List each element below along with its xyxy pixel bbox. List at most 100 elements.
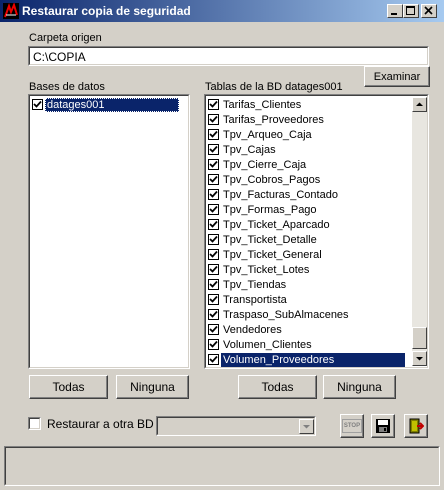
table-checkbox[interactable] <box>208 129 219 140</box>
list-item[interactable]: Tarifas_Clientes <box>208 97 303 112</box>
table-name: Transportista <box>223 293 287 306</box>
list-item[interactable]: Tpv_Tiendas <box>208 277 288 292</box>
checkmark-icon <box>209 205 218 213</box>
table-name: Tpv_Ticket_Detalle <box>223 233 317 246</box>
table-checkbox[interactable] <box>208 144 219 155</box>
checkmark-icon <box>209 280 218 288</box>
checkmark-icon <box>209 100 218 108</box>
checkmark-icon <box>33 100 42 108</box>
table-name: Tpv_Ticket_General <box>223 248 322 261</box>
restore-other-checkbox[interactable] <box>28 417 41 430</box>
table-name: Tpv_Facturas_Contado <box>223 188 338 201</box>
list-item[interactable]: Tpv_Ticket_General <box>208 247 324 262</box>
stop-button[interactable]: STOP <box>340 414 364 438</box>
table-checkbox[interactable] <box>208 294 219 305</box>
scroll-down-button[interactable] <box>412 351 427 366</box>
save-button[interactable] <box>371 414 395 438</box>
table-name: Volumen_Clientes <box>223 338 312 351</box>
checkmark-icon <box>209 115 218 123</box>
close-button[interactable] <box>421 4 437 18</box>
table-checkbox[interactable] <box>208 324 219 335</box>
exit-door-icon <box>409 418 424 434</box>
table-name: Tpv_Cobros_Pagos <box>223 173 321 186</box>
tables-list[interactable]: Tarifas_Clientes Tarifas_Proveedores Tpv_A… <box>204 94 429 369</box>
list-item[interactable]: Tpv_Ticket_Lotes <box>208 262 311 277</box>
table-name: Tarifas_Clientes <box>223 98 302 111</box>
list-item[interactable]: datages001 <box>32 97 179 112</box>
table-name: Tpv_Cajas <box>223 143 276 156</box>
list-item[interactable]: Tpv_Cierre_Caja <box>208 157 308 172</box>
table-name: Tpv_Cierre_Caja <box>223 158 307 171</box>
origin-folder-value: C:\COPIA <box>33 50 86 64</box>
exit-button[interactable] <box>404 414 428 438</box>
databases-list[interactable]: datages001 <box>28 94 190 369</box>
minimize-icon <box>391 13 397 15</box>
table-checkbox[interactable] <box>208 249 219 260</box>
target-database-combo[interactable] <box>156 416 316 436</box>
table-checkbox[interactable] <box>208 189 219 200</box>
checkmark-icon <box>209 220 218 228</box>
browse-button[interactable]: Examinar <box>364 66 430 87</box>
scroll-thumb[interactable] <box>412 327 427 349</box>
combo-dropdown-button[interactable] <box>299 419 314 434</box>
table-checkbox[interactable] <box>208 114 219 125</box>
list-item[interactable]: Tpv_Cobros_Pagos <box>208 172 322 187</box>
table-checkbox[interactable] <box>208 219 219 230</box>
list-item[interactable]: Tpv_Formas_Pago <box>208 202 319 217</box>
title-bar[interactable]: Restaurar copia de seguridad <box>0 0 444 22</box>
checkmark-icon <box>209 340 218 348</box>
list-item[interactable]: Tpv_Cajas <box>208 142 278 157</box>
table-checkbox[interactable] <box>208 339 219 350</box>
table-name: Volumen_Proveedores <box>221 352 405 367</box>
tables-select-none-button[interactable]: Ninguna <box>323 375 396 399</box>
list-item[interactable]: Tpv_Ticket_Aparcado <box>208 217 332 232</box>
checkmark-icon <box>209 160 218 168</box>
table-checkbox[interactable] <box>208 309 219 320</box>
list-item[interactable]: Volumen_Proveedores <box>208 352 405 367</box>
maximize-button[interactable] <box>403 4 419 18</box>
list-item[interactable]: Tarifas_Proveedores <box>208 112 326 127</box>
arrow-up-icon <box>416 102 423 106</box>
stop-icon: STOP <box>342 419 362 433</box>
checkmark-icon <box>209 295 218 303</box>
tables-select-all-button[interactable]: Todas <box>238 375 317 399</box>
checkmark-icon <box>209 355 218 363</box>
table-name: Tarifas_Proveedores <box>223 113 324 126</box>
databases-select-all-button[interactable]: Todas <box>29 375 108 399</box>
list-item[interactable]: Volumen_Clientes <box>208 337 314 352</box>
databases-label: Bases de datos <box>29 81 105 93</box>
checkmark-icon <box>209 325 218 333</box>
floppy-disk-icon <box>376 419 390 433</box>
database-checkbox[interactable] <box>32 99 43 110</box>
table-checkbox[interactable] <box>208 159 219 170</box>
table-checkbox[interactable] <box>208 99 219 110</box>
table-checkbox[interactable] <box>208 204 219 215</box>
checkmark-icon <box>209 175 218 183</box>
maximize-icon <box>406 6 415 15</box>
list-item[interactable]: Tpv_Facturas_Contado <box>208 187 340 202</box>
scroll-up-button[interactable] <box>412 97 427 112</box>
app-icon <box>3 3 19 19</box>
tables-label: Tablas de la BD datages001 <box>205 81 343 93</box>
table-name: Tpv_Tiendas <box>223 278 287 291</box>
list-item[interactable]: Vendedores <box>208 322 284 337</box>
table-checkbox[interactable] <box>208 264 219 275</box>
table-checkbox[interactable] <box>208 234 219 245</box>
origin-folder-field[interactable]: C:\COPIA <box>28 46 429 66</box>
list-item[interactable]: Tpv_Arqueo_Caja <box>208 127 314 142</box>
close-icon <box>424 6 433 15</box>
minimize-button[interactable] <box>387 4 403 18</box>
table-name: Vendedores <box>223 323 282 336</box>
table-checkbox[interactable] <box>208 174 219 185</box>
table-name: Traspaso_SubAlmacenes <box>223 308 349 321</box>
table-checkbox[interactable] <box>208 354 219 365</box>
table-name: Tpv_Ticket_Lotes <box>223 263 310 276</box>
list-item[interactable]: Tpv_Ticket_Detalle <box>208 232 319 247</box>
origin-folder-label: Carpeta origen <box>29 32 102 44</box>
table-checkbox[interactable] <box>208 279 219 290</box>
window-title: Restaurar copia de seguridad <box>22 4 191 18</box>
databases-select-none-button[interactable]: Ninguna <box>116 375 189 399</box>
tables-scrollbar[interactable] <box>412 97 427 366</box>
list-item[interactable]: Transportista <box>208 292 289 307</box>
list-item[interactable]: Traspaso_SubAlmacenes <box>208 307 351 322</box>
